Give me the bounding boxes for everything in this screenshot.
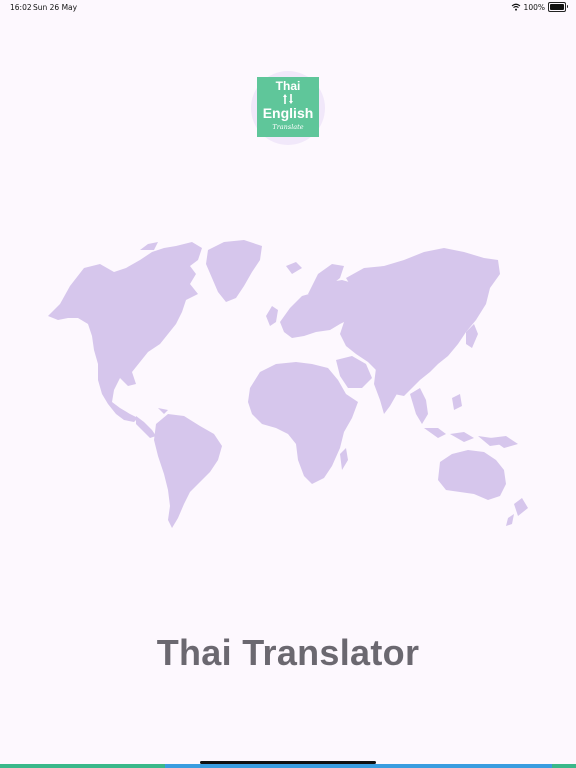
caribbean-shape <box>158 408 168 414</box>
southeast-asia-shape <box>410 388 428 424</box>
battery-percentage: 100% <box>523 2 545 12</box>
world-map <box>48 240 528 528</box>
app-logo: Thai English Translate <box>257 77 319 137</box>
philippines-shape <box>452 394 462 410</box>
swap-arrows-icon <box>257 94 319 104</box>
india-shape <box>374 366 402 414</box>
new-zealand-shape <box>506 498 528 526</box>
south-america-shape <box>154 414 222 528</box>
wifi-icon <box>511 3 521 11</box>
battery-icon <box>548 2 568 12</box>
status-bar: 16:02 Sun 26 May 100% <box>0 0 576 14</box>
status-date: Sun 26 May <box>33 3 78 12</box>
logo-text-english: English <box>262 105 314 121</box>
status-right: 100% <box>511 2 568 12</box>
battery-fill <box>550 4 564 10</box>
australia-shape <box>438 450 506 500</box>
app-title: Thai Translator <box>156 632 420 673</box>
loading-bar-left-segment <box>0 764 165 768</box>
uk-shape <box>266 306 278 326</box>
logo-text-translate: Translate <box>272 123 304 131</box>
iceland-shape <box>286 262 302 274</box>
loading-bar <box>0 764 576 768</box>
madagascar-shape <box>340 448 348 470</box>
home-indicator[interactable] <box>200 761 376 764</box>
logo-text-thai: Thai <box>275 79 301 93</box>
status-time: 16:02 <box>10 3 32 12</box>
greenland-shape <box>206 240 262 302</box>
loading-bar-right-segment <box>552 764 576 768</box>
central-america-shape <box>136 416 156 438</box>
indonesia-shape <box>424 428 504 446</box>
